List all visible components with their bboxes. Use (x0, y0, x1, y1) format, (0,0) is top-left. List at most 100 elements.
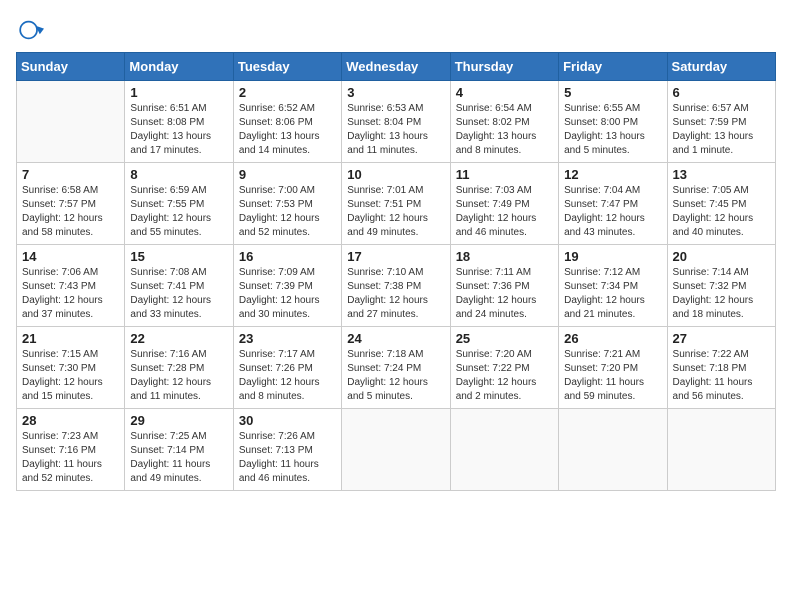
weekday-header-sunday: Sunday (17, 53, 125, 81)
day-info: Sunrise: 7:23 AM Sunset: 7:16 PM Dayligh… (22, 430, 119, 486)
calendar-cell (667, 409, 775, 491)
calendar-cell (342, 409, 450, 491)
calendar-cell: 3 Sunrise: 6:53 AM Sunset: 8:04 PM Dayli… (342, 81, 450, 163)
day-number: 25 (456, 331, 553, 346)
calendar-cell: 27 Sunrise: 7:22 AM Sunset: 7:18 PM Dayl… (667, 327, 775, 409)
day-number: 11 (456, 167, 553, 182)
logo-icon (16, 16, 44, 44)
day-info: Sunrise: 6:58 AM Sunset: 7:57 PM Dayligh… (22, 184, 119, 240)
day-info: Sunrise: 6:54 AM Sunset: 8:02 PM Dayligh… (456, 102, 553, 158)
calendar-cell: 4 Sunrise: 6:54 AM Sunset: 8:02 PM Dayli… (450, 81, 558, 163)
day-info: Sunrise: 7:15 AM Sunset: 7:30 PM Dayligh… (22, 348, 119, 404)
calendar-cell: 30 Sunrise: 7:26 AM Sunset: 7:13 PM Dayl… (233, 409, 341, 491)
day-number: 2 (239, 85, 336, 100)
calendar-cell: 28 Sunrise: 7:23 AM Sunset: 7:16 PM Dayl… (17, 409, 125, 491)
day-number: 12 (564, 167, 661, 182)
day-number: 20 (673, 249, 770, 264)
day-number: 28 (22, 413, 119, 428)
weekday-header-monday: Monday (125, 53, 233, 81)
calendar-cell: 18 Sunrise: 7:11 AM Sunset: 7:36 PM Dayl… (450, 245, 558, 327)
calendar-cell: 21 Sunrise: 7:15 AM Sunset: 7:30 PM Dayl… (17, 327, 125, 409)
day-info: Sunrise: 7:17 AM Sunset: 7:26 PM Dayligh… (239, 348, 336, 404)
calendar-cell: 15 Sunrise: 7:08 AM Sunset: 7:41 PM Dayl… (125, 245, 233, 327)
day-info: Sunrise: 7:18 AM Sunset: 7:24 PM Dayligh… (347, 348, 444, 404)
calendar-week-4: 21 Sunrise: 7:15 AM Sunset: 7:30 PM Dayl… (17, 327, 776, 409)
calendar-cell: 5 Sunrise: 6:55 AM Sunset: 8:00 PM Dayli… (559, 81, 667, 163)
day-info: Sunrise: 7:26 AM Sunset: 7:13 PM Dayligh… (239, 430, 336, 486)
day-info: Sunrise: 7:08 AM Sunset: 7:41 PM Dayligh… (130, 266, 227, 322)
calendar-cell: 11 Sunrise: 7:03 AM Sunset: 7:49 PM Dayl… (450, 163, 558, 245)
day-number: 19 (564, 249, 661, 264)
page-header (16, 16, 776, 44)
day-number: 13 (673, 167, 770, 182)
weekday-header-row: SundayMondayTuesdayWednesdayThursdayFrid… (17, 53, 776, 81)
day-info: Sunrise: 7:16 AM Sunset: 7:28 PM Dayligh… (130, 348, 227, 404)
weekday-header-saturday: Saturday (667, 53, 775, 81)
day-info: Sunrise: 7:11 AM Sunset: 7:36 PM Dayligh… (456, 266, 553, 322)
day-number: 30 (239, 413, 336, 428)
calendar-cell: 26 Sunrise: 7:21 AM Sunset: 7:20 PM Dayl… (559, 327, 667, 409)
day-number: 27 (673, 331, 770, 346)
calendar-cell: 24 Sunrise: 7:18 AM Sunset: 7:24 PM Dayl… (342, 327, 450, 409)
day-number: 4 (456, 85, 553, 100)
calendar-table: SundayMondayTuesdayWednesdayThursdayFrid… (16, 52, 776, 491)
logo (16, 16, 48, 44)
calendar-cell: 25 Sunrise: 7:20 AM Sunset: 7:22 PM Dayl… (450, 327, 558, 409)
day-info: Sunrise: 6:51 AM Sunset: 8:08 PM Dayligh… (130, 102, 227, 158)
calendar-cell: 1 Sunrise: 6:51 AM Sunset: 8:08 PM Dayli… (125, 81, 233, 163)
day-info: Sunrise: 7:09 AM Sunset: 7:39 PM Dayligh… (239, 266, 336, 322)
day-number: 23 (239, 331, 336, 346)
calendar-cell: 22 Sunrise: 7:16 AM Sunset: 7:28 PM Dayl… (125, 327, 233, 409)
calendar-cell: 6 Sunrise: 6:57 AM Sunset: 7:59 PM Dayli… (667, 81, 775, 163)
calendar-cell (17, 81, 125, 163)
weekday-header-thursday: Thursday (450, 53, 558, 81)
calendar-cell: 14 Sunrise: 7:06 AM Sunset: 7:43 PM Dayl… (17, 245, 125, 327)
weekday-header-friday: Friday (559, 53, 667, 81)
day-info: Sunrise: 7:22 AM Sunset: 7:18 PM Dayligh… (673, 348, 770, 404)
calendar-cell: 7 Sunrise: 6:58 AM Sunset: 7:57 PM Dayli… (17, 163, 125, 245)
calendar-week-3: 14 Sunrise: 7:06 AM Sunset: 7:43 PM Dayl… (17, 245, 776, 327)
day-info: Sunrise: 7:00 AM Sunset: 7:53 PM Dayligh… (239, 184, 336, 240)
weekday-header-wednesday: Wednesday (342, 53, 450, 81)
day-number: 21 (22, 331, 119, 346)
calendar-cell: 8 Sunrise: 6:59 AM Sunset: 7:55 PM Dayli… (125, 163, 233, 245)
day-number: 14 (22, 249, 119, 264)
calendar-week-5: 28 Sunrise: 7:23 AM Sunset: 7:16 PM Dayl… (17, 409, 776, 491)
day-info: Sunrise: 7:21 AM Sunset: 7:20 PM Dayligh… (564, 348, 661, 404)
calendar-cell: 2 Sunrise: 6:52 AM Sunset: 8:06 PM Dayli… (233, 81, 341, 163)
calendar-cell: 23 Sunrise: 7:17 AM Sunset: 7:26 PM Dayl… (233, 327, 341, 409)
calendar-cell: 29 Sunrise: 7:25 AM Sunset: 7:14 PM Dayl… (125, 409, 233, 491)
day-number: 29 (130, 413, 227, 428)
day-number: 1 (130, 85, 227, 100)
day-number: 6 (673, 85, 770, 100)
calendar-cell: 20 Sunrise: 7:14 AM Sunset: 7:32 PM Dayl… (667, 245, 775, 327)
day-number: 22 (130, 331, 227, 346)
day-info: Sunrise: 7:20 AM Sunset: 7:22 PM Dayligh… (456, 348, 553, 404)
day-info: Sunrise: 7:12 AM Sunset: 7:34 PM Dayligh… (564, 266, 661, 322)
day-number: 18 (456, 249, 553, 264)
day-info: Sunrise: 7:10 AM Sunset: 7:38 PM Dayligh… (347, 266, 444, 322)
day-info: Sunrise: 7:25 AM Sunset: 7:14 PM Dayligh… (130, 430, 227, 486)
day-number: 3 (347, 85, 444, 100)
day-info: Sunrise: 6:53 AM Sunset: 8:04 PM Dayligh… (347, 102, 444, 158)
day-number: 26 (564, 331, 661, 346)
calendar-cell (450, 409, 558, 491)
day-number: 15 (130, 249, 227, 264)
day-number: 24 (347, 331, 444, 346)
day-number: 17 (347, 249, 444, 264)
calendar-week-1: 1 Sunrise: 6:51 AM Sunset: 8:08 PM Dayli… (17, 81, 776, 163)
day-number: 16 (239, 249, 336, 264)
weekday-header-tuesday: Tuesday (233, 53, 341, 81)
calendar-week-2: 7 Sunrise: 6:58 AM Sunset: 7:57 PM Dayli… (17, 163, 776, 245)
day-number: 8 (130, 167, 227, 182)
day-info: Sunrise: 6:57 AM Sunset: 7:59 PM Dayligh… (673, 102, 770, 158)
day-info: Sunrise: 7:03 AM Sunset: 7:49 PM Dayligh… (456, 184, 553, 240)
day-number: 9 (239, 167, 336, 182)
calendar-cell: 13 Sunrise: 7:05 AM Sunset: 7:45 PM Dayl… (667, 163, 775, 245)
calendar-cell: 12 Sunrise: 7:04 AM Sunset: 7:47 PM Dayl… (559, 163, 667, 245)
day-number: 7 (22, 167, 119, 182)
day-info: Sunrise: 7:05 AM Sunset: 7:45 PM Dayligh… (673, 184, 770, 240)
calendar-cell: 17 Sunrise: 7:10 AM Sunset: 7:38 PM Dayl… (342, 245, 450, 327)
calendar-cell: 19 Sunrise: 7:12 AM Sunset: 7:34 PM Dayl… (559, 245, 667, 327)
calendar-cell (559, 409, 667, 491)
